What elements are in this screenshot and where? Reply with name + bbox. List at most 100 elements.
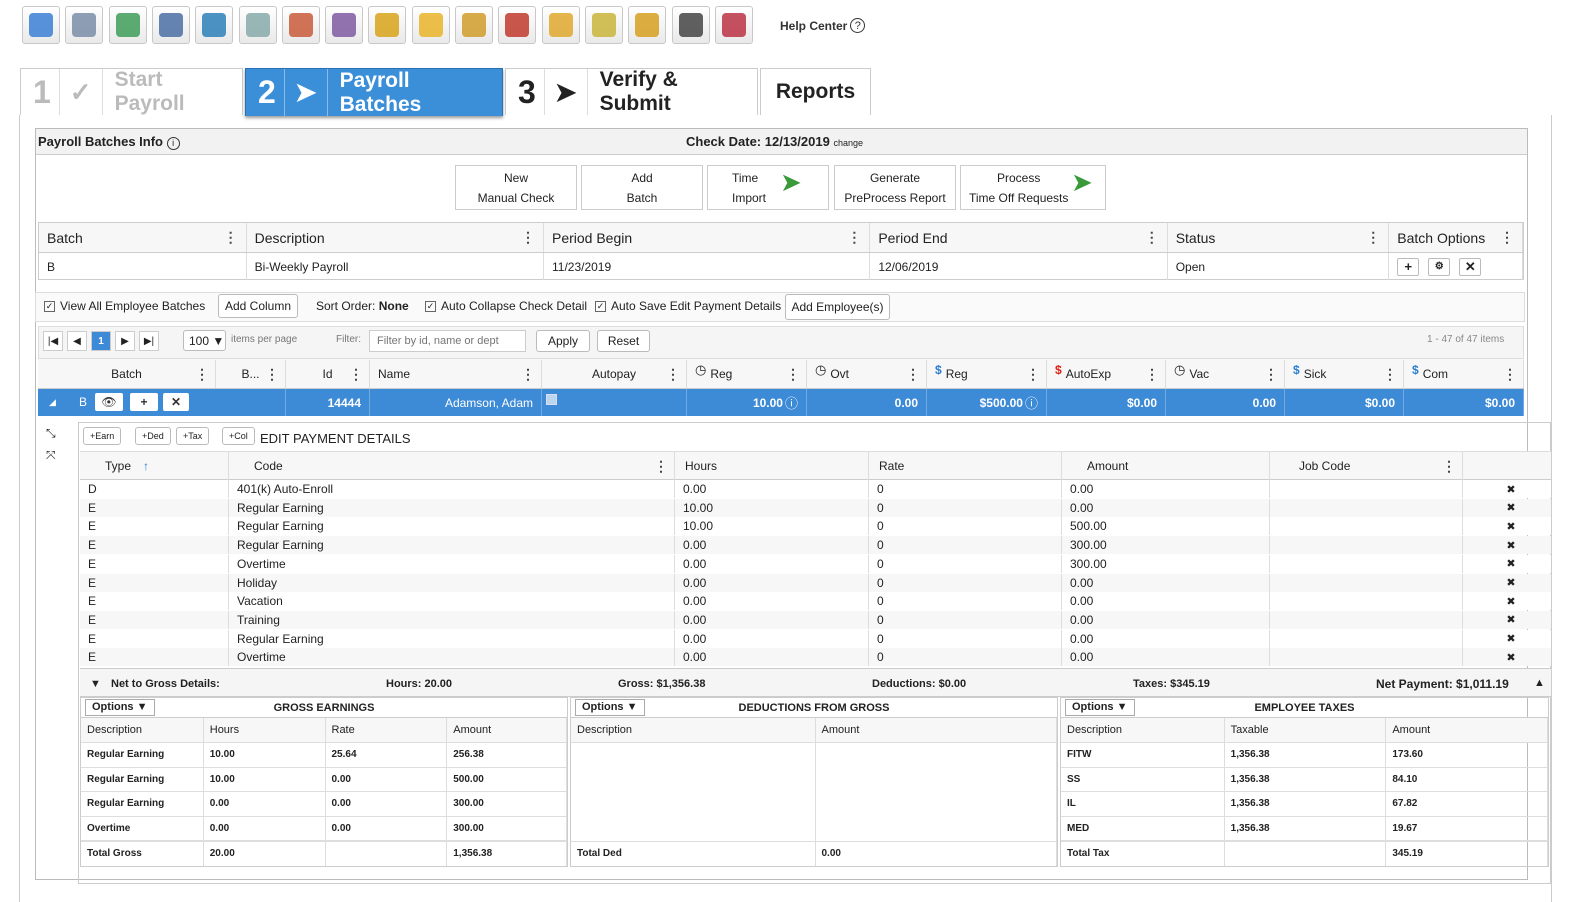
autopay-checkbox[interactable]: [546, 394, 557, 405]
pd-cell[interactable]: 0.00: [1062, 480, 1270, 498]
pd-cell[interactable]: 0.00: [1062, 610, 1270, 629]
emp-col-header[interactable]: B... ⋮: [216, 360, 286, 388]
pd-row[interactable]: E Holiday 0.00 0 0.00 ✖: [80, 573, 1551, 592]
column-menu-icon[interactable]: ⋮: [1442, 458, 1456, 475]
column-menu-icon[interactable]: ⋮: [1145, 229, 1159, 246]
user-search-button[interactable]: [325, 6, 364, 44]
pd-cell[interactable]: 0.00: [1062, 498, 1270, 517]
pd-cell[interactable]: 0: [869, 648, 1062, 667]
batch-col-header[interactable]: Batch Options ⋮: [1389, 223, 1524, 252]
delete-icon[interactable]: ✕: [1459, 257, 1482, 276]
pd-jobcode-cell[interactable]: [1270, 573, 1463, 592]
pd-cell[interactable]: Overtime: [229, 648, 675, 667]
expand-icon[interactable]: ⤧: [46, 448, 56, 463]
collapse-caret-icon[interactable]: ◢: [49, 397, 56, 408]
pd-cell[interactable]: Vacation: [229, 592, 675, 611]
pd-cell[interactable]: Regular Earning: [229, 517, 675, 536]
net-collapse-icon[interactable]: ▲: [1534, 677, 1545, 689]
gross-col-header[interactable]: Amount: [447, 718, 567, 742]
pd-cell[interactable]: 300.00: [1062, 536, 1270, 555]
column-menu-icon[interactable]: ⋮: [1366, 229, 1380, 246]
user-idea-button[interactable]: [455, 6, 493, 44]
pd-col-header[interactable]: Code ⋮: [229, 452, 675, 480]
pd-jobcode-cell[interactable]: [1270, 629, 1463, 648]
pd-col-header[interactable]: Amount: [1062, 452, 1270, 480]
first-page-button[interactable]: |◀: [43, 331, 63, 351]
chart-pencil-button[interactable]: [584, 6, 623, 44]
add-icon[interactable]: +: [130, 393, 158, 411]
emp-col-header[interactable]: Autopay ⋮: [542, 360, 687, 388]
apply-button[interactable]: Apply: [536, 330, 590, 352]
pd-cell[interactable]: 0.00: [675, 648, 869, 667]
add-icon[interactable]: +: [1397, 257, 1420, 276]
emp-col-header[interactable]: ◷ Vac ⋮: [1166, 360, 1285, 388]
add-earn-button[interactable]: +Earn: [83, 427, 122, 445]
envelope-button[interactable]: [108, 6, 147, 44]
pd-cell[interactable]: E: [80, 592, 229, 611]
pd-row[interactable]: E Regular Earning 0.00 0 300.00 ✖: [80, 536, 1551, 555]
pd-cell[interactable]: Regular Earning: [229, 629, 675, 648]
pd-cell[interactable]: 0.00: [675, 610, 869, 629]
pd-row[interactable]: E Overtime 0.00 0 300.00 ✖: [80, 554, 1551, 573]
column-menu-icon[interactable]: ⋮: [521, 229, 535, 246]
auto-collapse-checkbox[interactable]: ✓ Auto Collapse Check Detail: [425, 299, 587, 313]
batch-col-header[interactable]: Description ⋮: [247, 223, 544, 252]
pd-cell[interactable]: 0.00: [1062, 592, 1270, 611]
prev-page-button[interactable]: ◀: [67, 331, 87, 351]
delete-row-icon[interactable]: ✖: [1463, 611, 1551, 629]
delete-row-icon[interactable]: ✖: [1463, 574, 1551, 592]
column-menu-icon[interactable]: ⋮: [786, 366, 800, 383]
add-tax-button[interactable]: +Tax: [176, 427, 210, 445]
collapse-icon[interactable]: ⤡: [46, 426, 56, 441]
pd-cell[interactable]: 500.00: [1062, 517, 1270, 536]
people-button[interactable]: [151, 6, 190, 44]
column-menu-icon[interactable]: ⋮: [224, 229, 238, 246]
sort-asc-icon[interactable]: ↑: [143, 459, 149, 473]
settings-icon[interactable]: ⚙: [1428, 257, 1451, 276]
pd-cell[interactable]: 0.00: [675, 554, 869, 573]
batch-col-header[interactable]: Period End ⋮: [870, 223, 1168, 252]
taxes-col-header[interactable]: Taxable: [1225, 718, 1387, 742]
column-menu-icon[interactable]: ⋮: [195, 366, 209, 383]
gross-options-button[interactable]: Options ▼: [85, 699, 155, 716]
caduceus-button[interactable]: [498, 6, 537, 44]
emp-col-header[interactable]: $ Sick ⋮: [1285, 360, 1404, 388]
pd-row[interactable]: E Regular Earning 0.00 0 0.00 ✖: [80, 629, 1551, 648]
step-reports[interactable]: Reports: [760, 68, 871, 115]
home-button[interactable]: [22, 6, 60, 44]
last-page-button[interactable]: ▶|: [139, 331, 159, 351]
pd-jobcode-cell[interactable]: [1270, 498, 1463, 517]
pd-cell[interactable]: E: [80, 573, 229, 592]
folder-open-button[interactable]: [541, 6, 580, 44]
column-menu-icon[interactable]: ⋮: [521, 366, 535, 383]
pd-cell[interactable]: 0.00: [675, 536, 869, 555]
pd-cell[interactable]: E: [80, 629, 229, 648]
column-menu-icon[interactable]: ⋮: [1503, 366, 1517, 383]
add-ded-button[interactable]: +Ded: [135, 427, 171, 445]
pd-cell[interactable]: 300.00: [1062, 554, 1270, 573]
pd-cell[interactable]: E: [80, 648, 229, 667]
gross-col-header[interactable]: Rate: [326, 718, 448, 742]
batch-col-header[interactable]: Status ⋮: [1168, 223, 1390, 252]
pd-cell[interactable]: Training: [229, 610, 675, 629]
pd-cell[interactable]: 0: [869, 498, 1062, 517]
money-people-button[interactable]: [368, 6, 407, 44]
delete-row-icon[interactable]: ✖: [1463, 480, 1551, 498]
view-all-batches-checkbox[interactable]: ✓ View All Employee Batches: [44, 299, 205, 313]
pd-cell[interactable]: Regular Earning: [229, 536, 675, 555]
pd-cell[interactable]: 0.00: [1062, 648, 1270, 667]
emp-col-header[interactable]: Batch ⋮: [38, 360, 216, 388]
column-menu-icon[interactable]: ⋮: [654, 458, 668, 475]
batch-col-header[interactable]: Period Begin ⋮: [544, 223, 871, 252]
clipboard-button[interactable]: [281, 6, 320, 44]
pd-cell[interactable]: 0: [869, 554, 1062, 573]
column-menu-icon[interactable]: ⋮: [666, 366, 680, 383]
pd-row[interactable]: D 401(k) Auto-Enroll 0.00 0 0.00 ✖: [80, 480, 1551, 498]
pd-col-header[interactable]: Type ↑: [80, 452, 229, 480]
column-menu-icon[interactable]: ⋮: [1264, 366, 1278, 383]
pd-col-header[interactable]: Job Code ⋮: [1270, 452, 1463, 480]
filter-input[interactable]: [369, 330, 526, 352]
pd-jobcode-cell[interactable]: [1270, 536, 1463, 555]
deductions-options-button[interactable]: Options ▼: [575, 699, 645, 716]
folder-button[interactable]: [411, 6, 450, 44]
